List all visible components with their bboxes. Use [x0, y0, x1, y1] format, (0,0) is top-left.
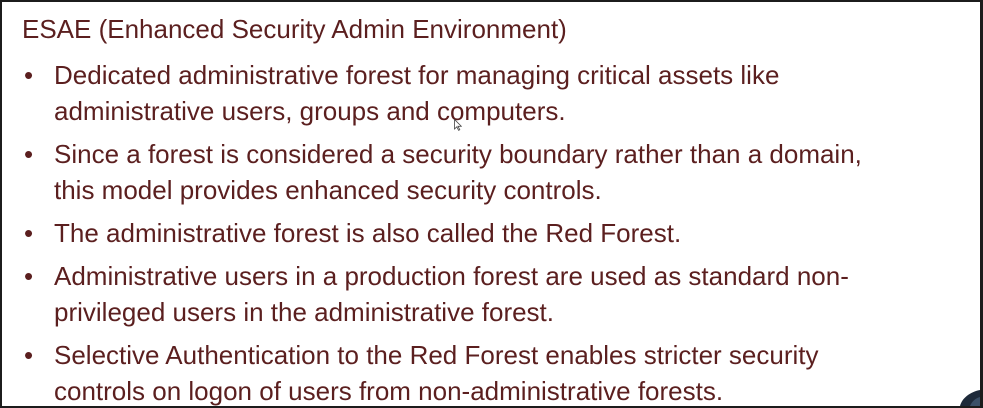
bullet-text-line: Dedicated administrative forest for mana…: [54, 60, 780, 90]
bullet-list: • Dedicated administrative forest for ma…: [22, 57, 980, 406]
bullet-text-line: controls on logon of users from non-admi…: [54, 376, 724, 406]
decorative-corner-icon: [960, 390, 980, 406]
bullet-item: • Administrative users in a production f…: [22, 258, 980, 330]
bullet-text-line: Administrative users in a production for…: [54, 261, 849, 291]
bullet-text-line: Selective Authentication to the Red Fore…: [54, 340, 819, 370]
mouse-pointer-icon: [454, 119, 462, 131]
bullet-item: • The administrative forest is also call…: [22, 215, 980, 251]
bullet-marker: •: [24, 60, 34, 90]
slide: ESAE (Enhanced Security Admin Environmen…: [0, 0, 983, 408]
bullet-marker: •: [24, 218, 34, 248]
bullet-marker: •: [24, 340, 34, 370]
bullet-marker: •: [24, 139, 34, 169]
bullet-text-line: administrative users, groups and compute…: [54, 96, 566, 126]
bullet-text-line: privileged users in the administrative f…: [54, 297, 555, 327]
bullet-marker: •: [24, 261, 34, 291]
bullet-item: • Selective Authentication to the Red Fo…: [22, 337, 980, 406]
bullet-text-line: Since a forest is considered a security …: [54, 139, 862, 169]
slide-title: ESAE (Enhanced Security Admin Environmen…: [22, 14, 567, 44]
bullet-text-line: this model provides enhanced security co…: [54, 175, 602, 205]
bullet-item: • Since a forest is considered a securit…: [22, 136, 980, 208]
bullet-item: • Dedicated administrative forest for ma…: [22, 57, 980, 129]
bullet-text-line: The administrative forest is also called…: [54, 218, 682, 248]
